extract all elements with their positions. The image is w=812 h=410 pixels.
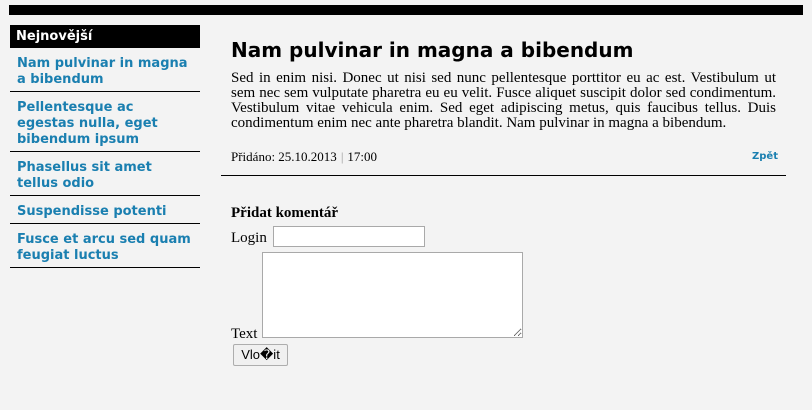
article-body: Sed in enim nisi. Donec ut nisi sed nunc… [231, 70, 776, 131]
comment-textarea[interactable] [262, 252, 523, 338]
sidebar-item-fusce[interactable]: Fusce et arcu sed quam feugiat luctus [10, 224, 200, 268]
meta-separator: | [340, 149, 344, 164]
login-label: Login [231, 230, 267, 246]
added-time: 17:00 [347, 149, 378, 164]
added-date: Přidáno: 25.10.2013 [231, 149, 337, 164]
submit-button[interactable]: Vlo�it [233, 344, 288, 366]
comment-form-heading: Přidat komentář [231, 205, 339, 221]
back-link[interactable]: Zpět [752, 151, 778, 162]
submit-row: Vlo�it [231, 344, 786, 368]
top-bar [9, 5, 803, 15]
text-row: Text [231, 252, 786, 342]
sidebar-item-phasellus[interactable]: Phasellus sit amet tellus odio [10, 152, 200, 196]
sidebar-heading: Nejnovější [10, 25, 200, 48]
article-main: Nam pulvinar in magna a bibendum Sed in … [221, 25, 786, 368]
sidebar-item-nam-pulvinar[interactable]: Nam pulvinar in magna a bibendum [10, 48, 200, 92]
comment-form: Přidat komentář Login Text Vlo�it [221, 205, 786, 368]
divider [221, 175, 786, 176]
text-label: Text [231, 326, 258, 342]
article-title: Nam pulvinar in magna a bibendum [231, 38, 634, 62]
sidebar-item-pellentesque[interactable]: Pellentesque ac egestas nulla, eget bibe… [10, 92, 200, 152]
sidebar-item-suspendisse[interactable]: Suspendisse potenti [10, 196, 200, 224]
login-row: Login [231, 226, 786, 249]
login-input[interactable] [273, 226, 425, 247]
sidebar-latest: Nejnovější Nam pulvinar in magna a biben… [10, 25, 200, 268]
article-meta: Přidáno: 25.10.2013 | 17:00 Zpět [231, 149, 786, 169]
